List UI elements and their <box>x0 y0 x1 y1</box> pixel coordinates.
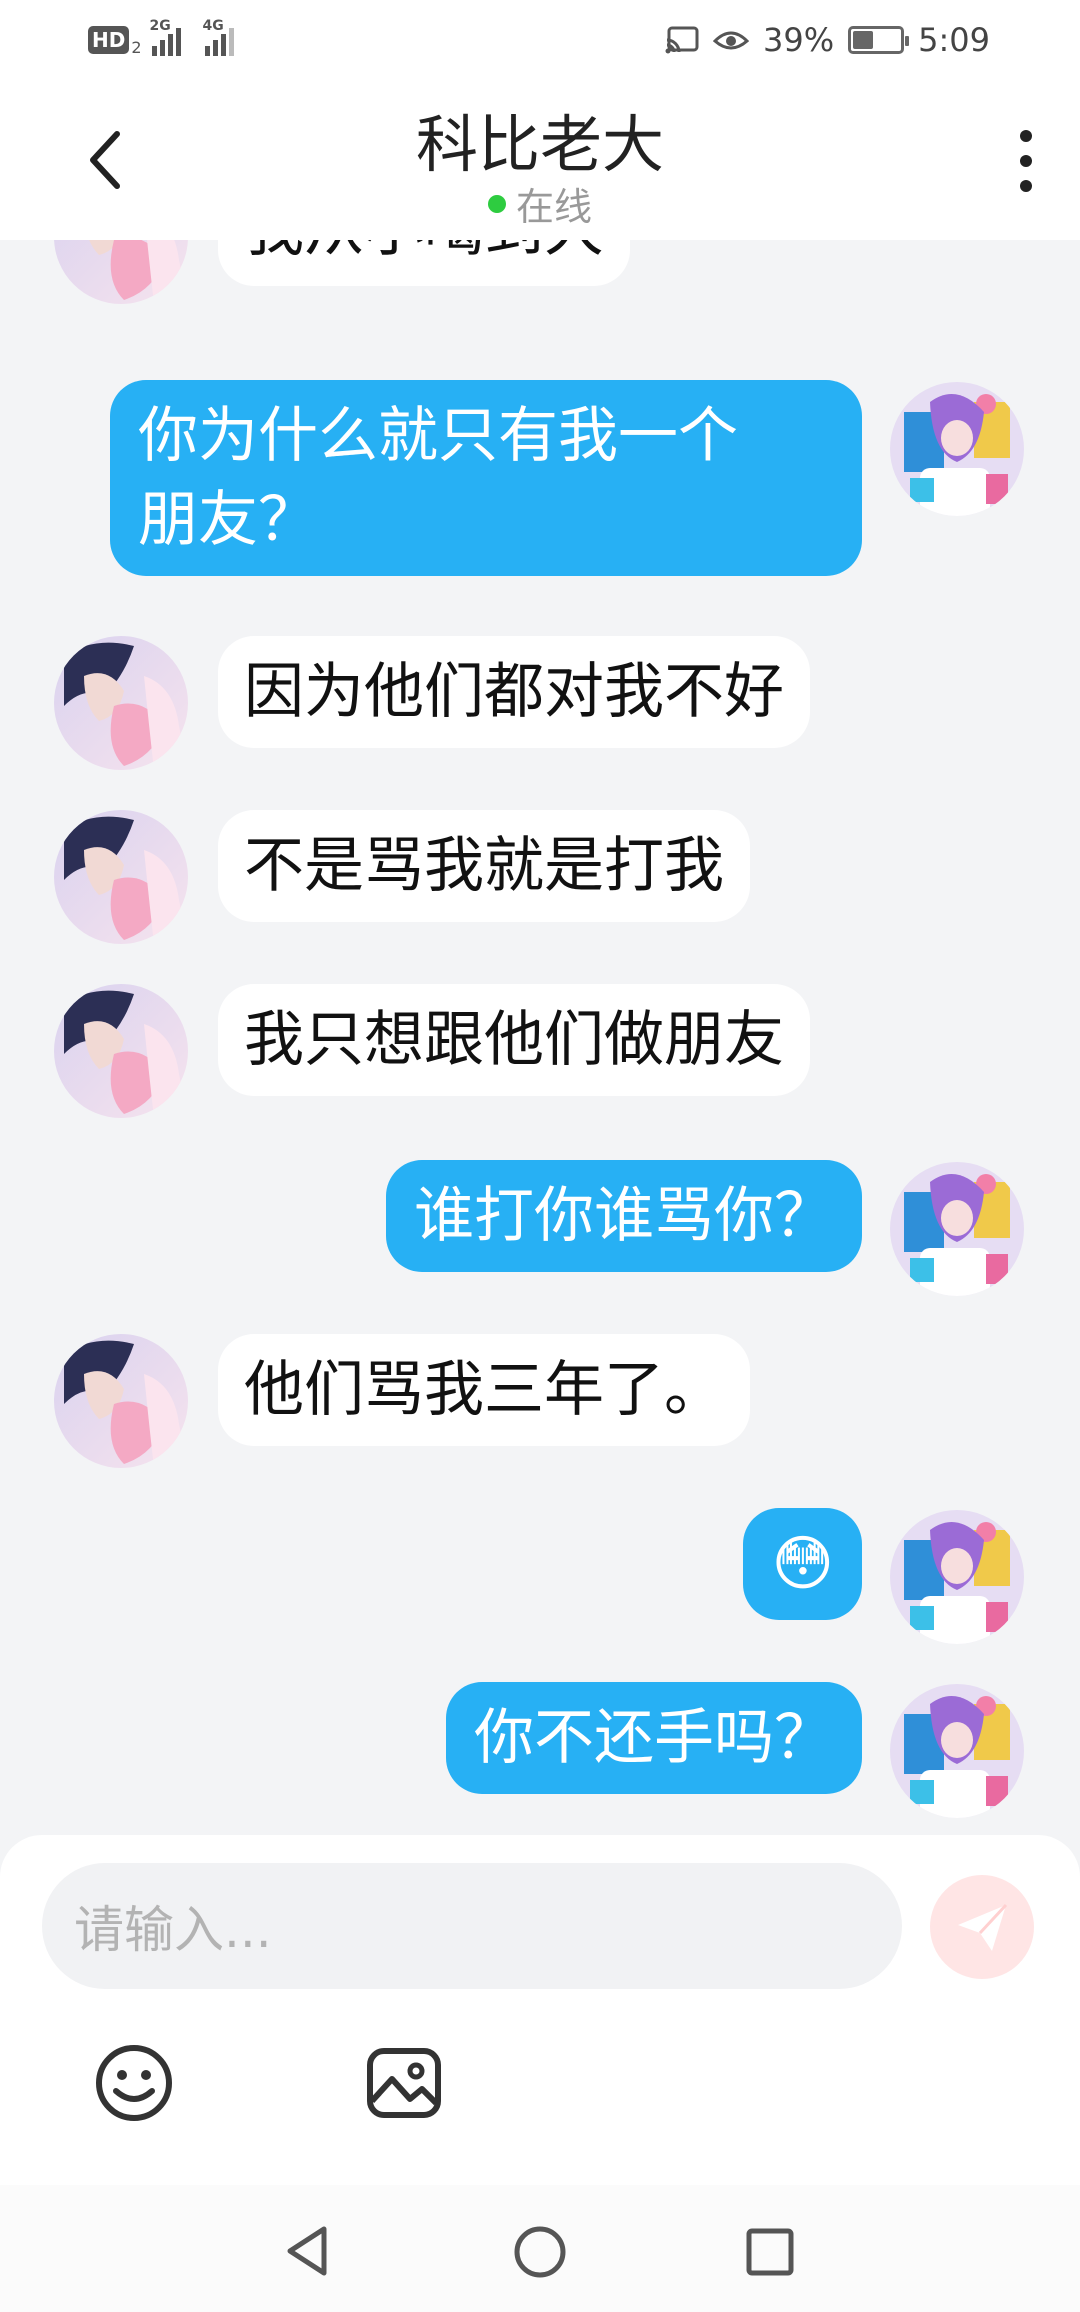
battery-icon <box>848 26 910 54</box>
cast-icon <box>665 26 699 54</box>
more-dot <box>1020 130 1032 142</box>
user-avatar-image <box>890 1510 1024 1644</box>
user-avatar-image <box>890 1684 1024 1818</box>
battery-percent: 39% <box>763 21 835 59</box>
hd-sub: 2 <box>131 37 142 57</box>
message-bubble[interactable]: 他们骂我三年了。 <box>218 1334 750 1446</box>
contact-avatar-image <box>54 636 188 770</box>
message-bubble[interactable]: 你为什么就只有我一个 朋友？ <box>110 380 862 576</box>
battery-fill <box>853 31 873 49</box>
status-left: HD 2 2G 4G <box>88 18 234 60</box>
contact-avatar[interactable] <box>54 636 188 770</box>
chat-header: 科比老大 在线 <box>0 80 1080 240</box>
system-nav-bar <box>0 2185 1080 2312</box>
message-bubble[interactable]: 因为他们都对我不好 <box>218 636 810 748</box>
send-icon <box>958 1903 1008 1951</box>
hd-badge: HD <box>88 26 130 54</box>
smiley-icon[interactable] <box>94 2043 174 2123</box>
status-time: 5:09 <box>918 21 990 59</box>
contact-avatar-image <box>54 1334 188 1468</box>
message-bubble[interactable]: 😳 <box>743 1508 862 1620</box>
user-avatar[interactable] <box>890 1684 1024 1818</box>
triangle-back-icon[interactable] <box>282 2223 332 2279</box>
message-input[interactable]: 请输入... <box>42 1863 902 1989</box>
user-avatar-image <box>890 382 1024 516</box>
contact-avatar[interactable] <box>54 240 188 304</box>
more-dot <box>1020 155 1032 167</box>
message-bubble[interactable]: 我只想跟他们做朋友 <box>218 984 810 1096</box>
message-bubble[interactable]: 不是骂我就是打我 <box>218 810 750 922</box>
presence-status: 在线 <box>0 176 1080 231</box>
user-avatar[interactable] <box>890 1510 1024 1644</box>
square-recent-icon[interactable] <box>745 2227 795 2277</box>
circle-home-icon[interactable] <box>513 2225 567 2279</box>
status-bar: HD 2 2G 4G 39% 5:09 <box>0 0 1080 80</box>
chat-title: 科比老大 <box>415 108 664 181</box>
message-bubble[interactable]: 你不还手吗？ <box>446 1682 862 1794</box>
contact-avatar[interactable] <box>54 984 188 1118</box>
sim2-signal-icon: 4G <box>203 18 234 56</box>
message-bubble[interactable]: 我从小喝到大 <box>218 240 630 286</box>
online-dot-icon <box>487 194 506 213</box>
presence-text: 在线 <box>515 185 592 229</box>
contact-avatar[interactable] <box>54 1334 188 1468</box>
contact-avatar[interactable] <box>54 810 188 944</box>
more-dot <box>1020 180 1032 192</box>
user-avatar-image <box>890 1162 1024 1296</box>
contact-avatar-image <box>54 984 188 1118</box>
eye-comfort-icon <box>713 31 750 50</box>
contact-avatar-image <box>54 810 188 944</box>
send-button[interactable] <box>930 1875 1034 1979</box>
user-avatar[interactable] <box>890 1162 1024 1296</box>
message-bubble[interactable]: 谁打你谁骂你？ <box>386 1160 862 1272</box>
sim1-signal-icon: 2G <box>150 18 181 56</box>
message-list[interactable]: 我从小喝到大 你为什么就只有我一个 朋友？ 因为他们都对我不好 不是骂我就是打我 <box>0 240 1080 1835</box>
status-right: 39% 5:09 <box>665 18 990 62</box>
composer: 请输入... <box>0 1835 1080 2185</box>
user-avatar[interactable] <box>890 382 1024 516</box>
contact-avatar-image <box>54 240 188 304</box>
sim2-network-label: 4G <box>202 18 224 34</box>
sim1-network-label: 2G <box>149 18 171 34</box>
more-options-button[interactable] <box>1016 130 1036 192</box>
image-icon[interactable] <box>364 2043 444 2123</box>
